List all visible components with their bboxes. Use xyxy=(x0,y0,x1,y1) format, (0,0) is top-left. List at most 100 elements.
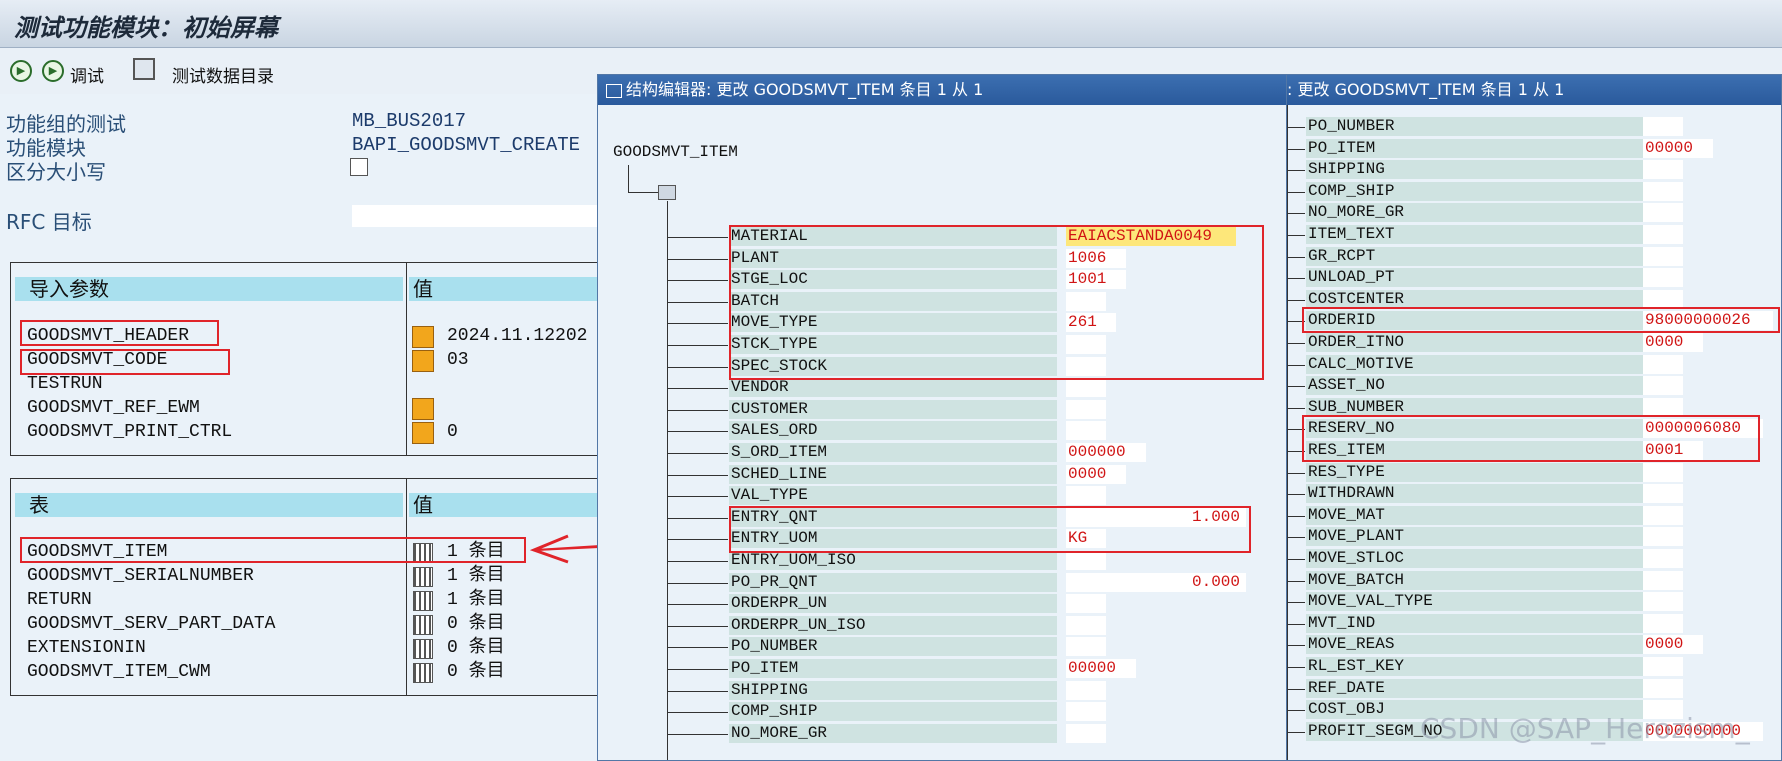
table-row-name: GOODSMVT_SERV_PART_DATA xyxy=(27,614,276,634)
field-value-input[interactable] xyxy=(1643,484,1683,504)
tree-connector xyxy=(1287,407,1305,409)
field-name: CUSTOMER xyxy=(729,399,1057,419)
tree-connector xyxy=(1287,537,1305,539)
field-value-input[interactable] xyxy=(1643,160,1683,180)
field-value-input[interactable] xyxy=(1066,421,1106,441)
field-name: PO_PR_QNT xyxy=(729,572,1057,592)
tree-root-node[interactable]: GOODSMVT_ITEM xyxy=(613,143,738,161)
field-value-input[interactable] xyxy=(1066,399,1106,419)
param-row-value[interactable]: 03 xyxy=(447,349,469,372)
field-value-input[interactable] xyxy=(1643,354,1683,374)
structure-edit-icon[interactable] xyxy=(412,398,434,420)
table-icon[interactable] xyxy=(413,639,433,659)
param-row-value[interactable]: 0 xyxy=(447,421,458,444)
table-icon[interactable] xyxy=(413,615,433,635)
rfc-target-input[interactable] xyxy=(352,205,600,227)
table-row-value[interactable]: 0 条目 xyxy=(447,613,505,636)
table-row-value[interactable]: 1 条目 xyxy=(447,589,505,612)
test-directory-button[interactable]: 测试数据目录 xyxy=(172,62,274,87)
field-value-input[interactable] xyxy=(1643,181,1683,201)
field-value-input[interactable]: 0000 xyxy=(1643,635,1703,655)
tree-connector xyxy=(668,561,728,562)
debug-icon[interactable]: ▶ xyxy=(42,60,64,82)
case-sensitive-checkbox[interactable] xyxy=(350,158,368,176)
field-value-input[interactable] xyxy=(1643,505,1683,525)
field-name: CALC_MOTIVE xyxy=(1306,354,1654,374)
field-value-input[interactable] xyxy=(1066,723,1106,743)
field-value-input[interactable]: 00000 xyxy=(1643,138,1713,158)
field-value-input[interactable] xyxy=(1066,378,1106,398)
field-value-input[interactable] xyxy=(1643,268,1683,288)
editor-title-bar: 结构编辑器: 更改 GOODSMVT_ITEM 条目 1 从 1 xyxy=(598,75,1286,105)
field-value-input[interactable]: 00000 xyxy=(1066,659,1136,678)
field-value-input[interactable] xyxy=(1066,637,1106,657)
tree-connector xyxy=(668,690,728,692)
field-value-input[interactable] xyxy=(1643,527,1683,547)
field-value-input[interactable]: 000000 xyxy=(1066,443,1146,462)
field-value-input[interactable] xyxy=(1643,246,1683,266)
field-value-input[interactable] xyxy=(1066,615,1106,635)
field-value-input[interactable] xyxy=(1066,551,1106,570)
field-value-input[interactable] xyxy=(1643,397,1683,417)
field-value-input[interactable] xyxy=(1643,225,1683,244)
tree-connector xyxy=(1287,710,1305,712)
window-title: 测试功能模块：初始屏幕 xyxy=(14,14,278,42)
structure-edit-icon[interactable] xyxy=(412,422,434,444)
field-value-input[interactable] xyxy=(1643,203,1683,223)
test-directory-icon[interactable] xyxy=(133,58,155,80)
table-row-value[interactable]: 1 条目 xyxy=(447,565,505,588)
tree-connector xyxy=(1287,602,1305,604)
table-row-value[interactable]: 0 条目 xyxy=(447,637,505,660)
tree-connector xyxy=(668,280,728,282)
tree-connector xyxy=(668,431,728,433)
param-row-value[interactable]: 2024.11.12202 xyxy=(447,325,587,348)
field-value-input[interactable] xyxy=(1066,680,1106,700)
field-name: MOVE_VAL_TYPE xyxy=(1306,592,1654,612)
rfc-target-label: RFC 目标 xyxy=(6,210,92,234)
field-name: UNLOAD_PT xyxy=(1306,268,1654,288)
field-value-input[interactable] xyxy=(1643,549,1683,568)
field-name: MVT_IND xyxy=(1306,613,1654,633)
highlight-box xyxy=(20,537,526,563)
field-name: SUB_NUMBER xyxy=(1306,397,1654,417)
field-value-input[interactable] xyxy=(1643,376,1683,396)
field-value-input[interactable]: 0000 xyxy=(1643,333,1703,352)
tree-connector xyxy=(668,474,728,476)
field-name: VENDOR xyxy=(729,378,1057,398)
field-value-input[interactable]: 0000 xyxy=(1066,464,1126,484)
field-value-input[interactable] xyxy=(1643,462,1683,482)
field-value-input[interactable] xyxy=(1643,117,1683,136)
field-value-input[interactable] xyxy=(1066,594,1106,614)
table-icon[interactable] xyxy=(413,591,433,611)
field-value-input[interactable] xyxy=(1643,678,1683,698)
tree-connector xyxy=(668,496,728,498)
field-value-input[interactable] xyxy=(1643,657,1683,676)
execute-icon[interactable]: ▶ xyxy=(10,60,32,82)
field-value-input[interactable] xyxy=(1066,702,1106,722)
field-value-input[interactable] xyxy=(1643,289,1683,309)
tables-value-header: 值 xyxy=(409,493,609,517)
folder-icon[interactable] xyxy=(658,185,676,200)
highlight-box xyxy=(20,349,230,375)
field-value-input[interactable] xyxy=(1643,570,1683,590)
tree-connector xyxy=(1287,494,1305,496)
table-row-value[interactable]: 0 条目 xyxy=(447,661,505,684)
field-value-input[interactable] xyxy=(1066,486,1106,506)
param-row-name: GOODSMVT_PRINT_CTRL xyxy=(27,422,233,442)
field-value-input[interactable]: 0.000 xyxy=(1066,572,1246,592)
structure-edit-icon[interactable] xyxy=(412,326,434,348)
table-icon[interactable] xyxy=(413,567,433,587)
window-title-bar: 测试功能模块：初始屏幕 xyxy=(0,0,1782,48)
field-name: MOVE_REAS xyxy=(1306,635,1654,655)
debug-button[interactable]: 调试 xyxy=(70,62,104,87)
field-name: GR_RCPT xyxy=(1306,246,1654,266)
field-value-input[interactable] xyxy=(1643,613,1683,633)
highlight-box xyxy=(20,320,219,346)
tree-connector xyxy=(1287,386,1305,388)
structure-edit-icon[interactable] xyxy=(412,350,434,372)
field-name: SHIPPING xyxy=(729,680,1057,700)
tree-connector xyxy=(668,647,728,649)
field-value-input[interactable] xyxy=(1643,592,1683,612)
field-name: SHIPPING xyxy=(1306,160,1654,180)
table-icon[interactable] xyxy=(413,663,433,683)
